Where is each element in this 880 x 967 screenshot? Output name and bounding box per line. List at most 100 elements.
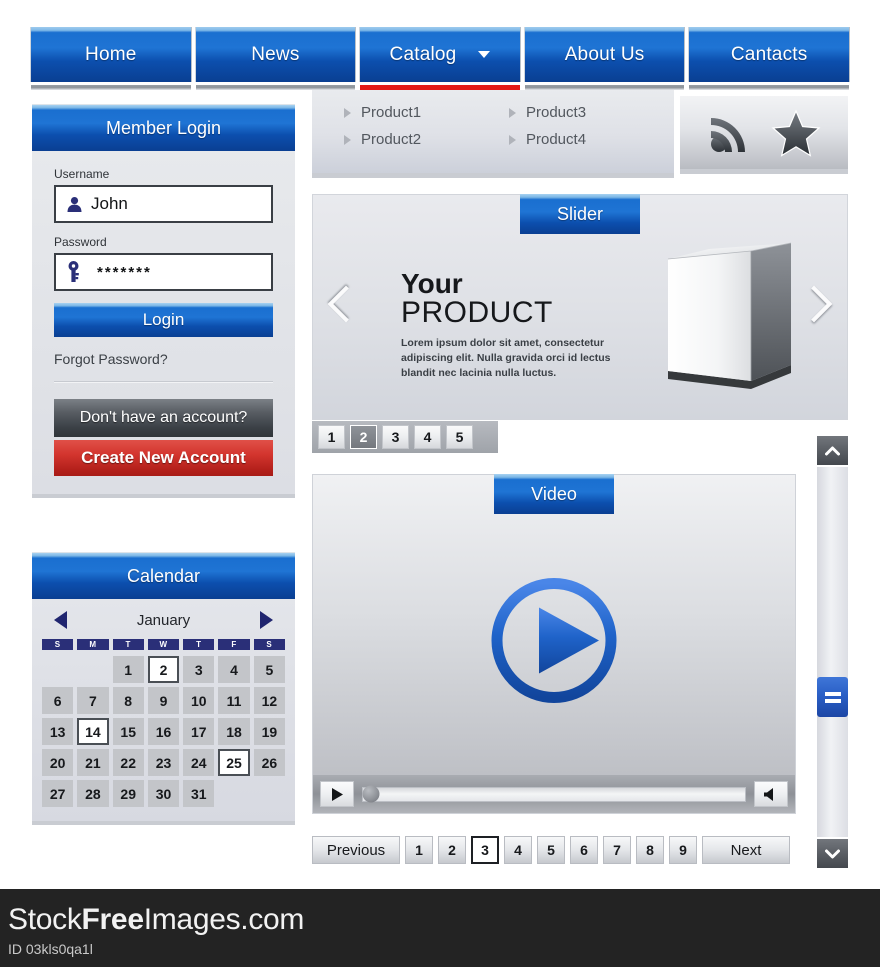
- calendar-day-1[interactable]: 1: [112, 656, 144, 683]
- page-scrollbar[interactable]: [817, 436, 848, 868]
- username-input[interactable]: John: [54, 185, 273, 223]
- chevron-right-icon[interactable]: [795, 285, 833, 323]
- username-label: Username: [54, 167, 110, 181]
- video-tab[interactable]: Video: [494, 474, 614, 514]
- calendar-day-13[interactable]: 13: [42, 718, 74, 745]
- password-input[interactable]: *******: [54, 253, 273, 291]
- no-account-button[interactable]: Don't have an account?: [54, 399, 273, 437]
- calendar-dow-4: T: [183, 639, 215, 650]
- calendar-day-27[interactable]: 27: [42, 780, 74, 807]
- calendar-day-23[interactable]: 23: [147, 749, 180, 776]
- dropdown-item-product2[interactable]: Product2: [344, 131, 509, 148]
- triangle-right-icon: [344, 107, 351, 118]
- slider-page-3[interactable]: 3: [382, 425, 409, 449]
- calendar-day-16[interactable]: 16: [147, 718, 180, 745]
- slider-page-5[interactable]: 5: [446, 425, 473, 449]
- content-pagination: Previous 1 2 3 4 5 6 7 8 9 Next: [312, 836, 796, 864]
- calendar-nav: January: [42, 611, 285, 639]
- scrollbar-track[interactable]: [817, 467, 848, 837]
- calendar-day-5[interactable]: 5: [253, 656, 285, 683]
- username-value: John: [91, 194, 128, 213]
- nav-item-cantacts[interactable]: Cantacts: [688, 27, 850, 90]
- play-button[interactable]: [320, 781, 354, 807]
- arrow-right-icon[interactable]: [260, 611, 273, 629]
- dropdown-item-product4[interactable]: Product4: [509, 131, 674, 148]
- calendar-day-26[interactable]: 26: [253, 749, 285, 776]
- pagination-page-2[interactable]: 2: [438, 836, 466, 864]
- main-navigation: Home News Catalog About Us Cantacts: [30, 27, 850, 90]
- slider-page-2[interactable]: 2: [350, 425, 377, 449]
- calendar-day-24[interactable]: 24: [183, 749, 215, 776]
- nav-item-about-us[interactable]: About Us: [523, 27, 686, 90]
- star-icon[interactable]: [771, 108, 821, 157]
- video-progress-handle[interactable]: [362, 785, 380, 803]
- calendar-day-8[interactable]: 8: [112, 687, 144, 714]
- calendar-day-14[interactable]: 14: [77, 718, 109, 745]
- pagination-page-1[interactable]: 1: [405, 836, 433, 864]
- create-account-button[interactable]: Create New Account: [54, 440, 273, 476]
- pagination-page-6[interactable]: 6: [570, 836, 598, 864]
- calendar-day-28[interactable]: 28: [77, 780, 109, 807]
- watermark-brand-post: Images.com: [143, 903, 305, 936]
- password-value: *******: [97, 263, 152, 281]
- arrow-left-icon[interactable]: [54, 611, 67, 629]
- nav-item-catalog[interactable]: Catalog: [359, 27, 521, 90]
- calendar-dow-2: T: [112, 639, 144, 650]
- calendar-day-29[interactable]: 29: [112, 780, 144, 807]
- calendar-day-12[interactable]: 12: [253, 687, 285, 714]
- calendar-day-17[interactable]: 17: [183, 718, 215, 745]
- dropdown-item-product1[interactable]: Product1: [344, 104, 509, 121]
- chevron-left-icon[interactable]: [327, 285, 365, 323]
- watermark-brand: StockFreeImages.com: [8, 903, 880, 937]
- page-root: Home News Catalog About Us Cantacts Prod…: [0, 0, 880, 967]
- calendar-day-22[interactable]: 22: [112, 749, 144, 776]
- panel-title: Calendar: [126, 565, 201, 586]
- pagination-previous-button[interactable]: Previous: [312, 836, 400, 864]
- calendar-day-31[interactable]: 31: [183, 780, 215, 807]
- slider-page-4[interactable]: 4: [414, 425, 441, 449]
- calendar-day-15[interactable]: 15: [112, 718, 144, 745]
- calendar-day-7[interactable]: 7: [77, 687, 109, 714]
- pagination-page-8[interactable]: 8: [636, 836, 664, 864]
- pagination-page-5[interactable]: 5: [537, 836, 565, 864]
- calendar-day-2[interactable]: 2: [147, 656, 180, 683]
- calendar-day-30[interactable]: 30: [147, 780, 180, 807]
- calendar-day-19[interactable]: 19: [253, 718, 285, 745]
- nav-item-news[interactable]: News: [194, 27, 357, 90]
- pagination-next-button[interactable]: Next: [702, 836, 790, 864]
- login-button-label: Login: [142, 310, 185, 329]
- calendar-day-21[interactable]: 21: [77, 749, 109, 776]
- scroll-up-button[interactable]: [817, 436, 848, 465]
- calendar-day-10[interactable]: 10: [183, 687, 215, 714]
- dropdown-item-label: Product2: [361, 131, 422, 148]
- pagination-page-7[interactable]: 7: [603, 836, 631, 864]
- slider-heading-top: Your: [401, 268, 463, 299]
- calendar-empty-cell: [42, 656, 73, 683]
- calendar-day-3[interactable]: 3: [183, 656, 215, 683]
- calendar-day-6[interactable]: 6: [42, 687, 74, 714]
- login-button[interactable]: Login: [54, 303, 273, 337]
- mute-button[interactable]: [754, 781, 788, 807]
- play-circle-icon[interactable]: [489, 576, 619, 711]
- slider-page-1[interactable]: 1: [318, 425, 345, 449]
- speaker-icon: [764, 787, 773, 801]
- calendar-header: Calendar: [32, 552, 295, 599]
- rss-icon[interactable]: [707, 110, 753, 156]
- video-progress-slider[interactable]: [362, 785, 746, 803]
- calendar-day-18[interactable]: 18: [218, 718, 250, 745]
- calendar-day-9[interactable]: 9: [147, 687, 180, 714]
- catalog-dropdown-menu: Product1 Product3 Product2 Product4: [312, 90, 674, 178]
- nav-item-home[interactable]: Home: [30, 27, 192, 90]
- calendar-day-4[interactable]: 4: [218, 656, 250, 683]
- dropdown-item-product3[interactable]: Product3: [509, 104, 674, 121]
- calendar-day-11[interactable]: 11: [218, 687, 250, 714]
- pagination-page-4[interactable]: 4: [504, 836, 532, 864]
- scroll-down-button[interactable]: [817, 839, 848, 868]
- slider-tab[interactable]: Slider: [520, 194, 640, 234]
- calendar-day-25[interactable]: 25: [218, 749, 250, 776]
- scrollbar-thumb[interactable]: [817, 677, 848, 717]
- pagination-page-9[interactable]: 9: [669, 836, 697, 864]
- forgot-password-link[interactable]: Forgot Password?: [54, 351, 273, 367]
- pagination-page-3[interactable]: 3: [471, 836, 499, 864]
- calendar-day-20[interactable]: 20: [42, 749, 74, 776]
